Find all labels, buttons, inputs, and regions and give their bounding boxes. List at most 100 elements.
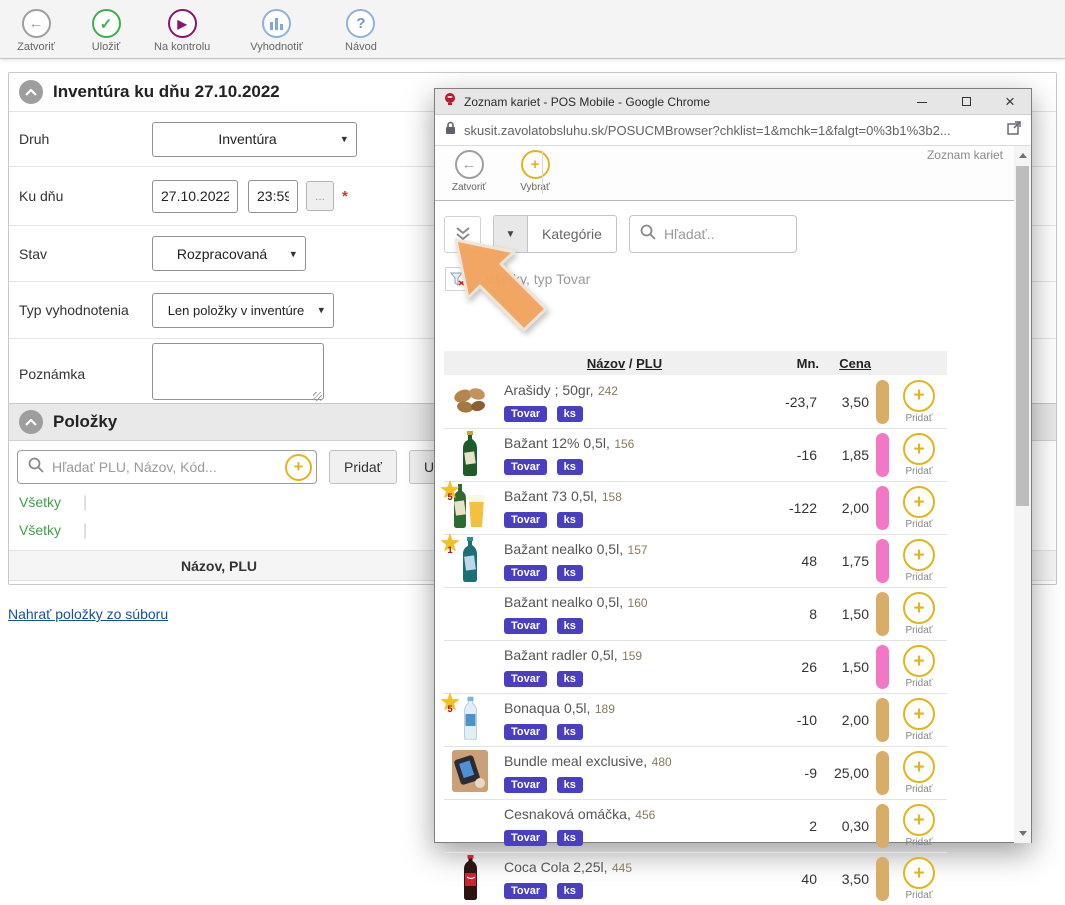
stav-label: Stav <box>19 246 152 262</box>
type-badge: Tovar <box>504 618 547 634</box>
popup-window: Zoznam kariet - POS Mobile - Google Chro… <box>434 88 1032 843</box>
product-row[interactable]: ★ Arašidy ; 50gr, 242 Tovar ks -23,7 3,5… <box>444 375 947 428</box>
items-search-input[interactable] <box>52 459 285 475</box>
time-field[interactable] <box>248 180 298 213</box>
add-product-button[interactable]: + Pridať <box>891 751 947 795</box>
sort-by-plu-link[interactable]: PLU <box>636 356 662 371</box>
popup-close-button[interactable]: ← Zatvoriť <box>447 150 491 193</box>
scroll-up-icon[interactable] <box>1014 148 1031 163</box>
product-image: ★ <box>444 642 496 692</box>
price-value: 3,50 <box>817 871 869 887</box>
search-icon <box>640 224 656 245</box>
stock-level-bar <box>876 645 889 689</box>
expand-double-chevron-icon[interactable] <box>444 216 481 253</box>
collapse-chevron-icon[interactable] <box>19 410 43 434</box>
add-product-label: Pridať <box>905 678 932 689</box>
upload-items-link[interactable]: Nahrať položky zo súboru <box>8 606 168 622</box>
product-row[interactable]: ★ Bundle meal exclusive, 480 Tovar ks -9… <box>444 746 947 799</box>
close-window-icon[interactable]: × <box>1003 93 1017 110</box>
type-badge: Tovar <box>504 724 547 740</box>
stock-level-bar <box>876 698 889 742</box>
popup-scrollbar[interactable] <box>1014 146 1031 843</box>
price-value: 1,50 <box>817 606 869 622</box>
collapse-chevron-icon[interactable] <box>19 80 43 104</box>
date-picker-button[interactable]: ... <box>306 181 334 211</box>
add-product-button[interactable]: + Pridať <box>891 592 947 636</box>
product-row[interactable]: ★ Bažant 12% 0,5l, 156 Tovar ks -16 1,85… <box>444 428 947 481</box>
quantity-value: -9 <box>763 765 817 781</box>
filter-summary-text: Všetky, typ Tovar <box>485 271 590 287</box>
popup-select-button[interactable]: + Vybrať <box>513 150 557 193</box>
stock-level-bar <box>876 751 889 795</box>
plus-icon: + <box>903 857 935 889</box>
required-asterisk: * <box>342 188 348 205</box>
product-table-header: Názov / PLU Mn. Cena <box>444 351 947 375</box>
clear-filter-icon[interactable] <box>445 267 471 291</box>
sort-by-price-link[interactable]: Cena <box>819 356 871 371</box>
add-product-button[interactable]: + Pridať <box>891 698 947 742</box>
product-row[interactable]: ★5 Bažant 73 0,5l, 158 Tovar ks -122 2,0… <box>444 481 947 534</box>
close-button[interactable]: ← Zatvoriť <box>14 9 58 53</box>
chevron-down-icon: ▾ <box>341 133 347 146</box>
quantity-value: 40 <box>763 871 817 887</box>
star-number: 5 <box>438 485 462 509</box>
add-product-button[interactable]: + Pridať <box>891 645 947 689</box>
favicon <box>443 92 457 111</box>
open-in-new-icon[interactable] <box>1007 121 1021 140</box>
save-button-label: Uložiť <box>92 41 121 53</box>
product-row[interactable]: ★ Bažant nealko 0,5l, 160 Tovar ks 8 1,5… <box>444 587 947 640</box>
minimize-icon[interactable] <box>915 94 929 109</box>
plus-icon: + <box>903 645 935 677</box>
stock-level-bar <box>876 539 889 583</box>
filter-summary-row: Všetky, typ Tovar <box>435 253 1031 291</box>
product-photo <box>451 749 489 798</box>
chevron-down-icon: ▾ <box>290 247 296 260</box>
stav-select[interactable]: Rozpracovaná ▾ <box>152 236 306 271</box>
add-product-button[interactable]: + Pridať <box>891 380 947 424</box>
product-photo <box>451 382 489 421</box>
druh-select[interactable]: Inventúra ▾ <box>152 122 357 157</box>
unit-badge: ks <box>557 565 583 581</box>
all-filter-link[interactable]: Všetky <box>19 522 61 538</box>
stock-level-bar <box>876 433 889 477</box>
evaluate-button[interactable]: Vyhodnotiť <box>250 9 303 53</box>
add-product-button[interactable]: + Pridať <box>891 433 947 477</box>
main-toolbar: ← Zatvoriť ✓ Uložiť ▶ Na kontrolu Vyhodn… <box>0 0 1065 59</box>
product-plu: 445 <box>612 861 632 875</box>
price-value: 3,50 <box>817 394 869 410</box>
date-field[interactable] <box>152 180 238 213</box>
poznamka-textarea[interactable] <box>152 343 324 400</box>
save-button[interactable]: ✓ Uložiť <box>84 9 128 53</box>
product-row[interactable]: ★ Bažant radler 0,5l, 159 Tovar ks 26 1,… <box>444 640 947 693</box>
add-product-button[interactable]: + Pridať <box>891 486 947 530</box>
categories-dropdown[interactable]: ▼ Kategórie <box>493 215 617 253</box>
type-badge: Tovar <box>504 671 547 687</box>
product-image: ★ <box>444 430 496 480</box>
popup-search-input[interactable] <box>664 226 764 242</box>
typ-select[interactable]: Len položky v inventúre ▾ <box>152 293 334 328</box>
popup-titlebar[interactable]: Zoznam kariet - POS Mobile - Google Chro… <box>435 89 1031 115</box>
all-filter-link[interactable]: Všetky <box>19 494 61 510</box>
to-control-button[interactable]: ▶ Na kontrolu <box>154 9 210 53</box>
product-row[interactable]: ★ Coca Cola 2,25l, 445 Tovar ks 40 3,50 … <box>444 852 947 905</box>
sort-by-name-link[interactable]: Názov <box>587 356 625 371</box>
product-row[interactable]: ★5 Bonaqua 0,5l, 189 Tovar ks -10 2,00 +… <box>444 693 947 746</box>
scroll-down-icon[interactable] <box>1014 826 1031 841</box>
product-row[interactable]: ★ Cesnaková omáčka, 456 Tovar ks 2 0,30 … <box>444 799 947 852</box>
help-button[interactable]: ? Návod <box>339 9 383 53</box>
resize-handle[interactable] <box>313 392 322 401</box>
unit-badge: ks <box>557 671 583 687</box>
price-value: 25,00 <box>817 765 869 781</box>
add-item-button[interactable]: Pridať <box>329 450 397 484</box>
add-product-button[interactable]: + Pridať <box>891 539 947 583</box>
add-product-label: Pridať <box>905 890 932 901</box>
product-info: Bažant nealko 0,5l, 157 Tovar ks <box>496 535 763 587</box>
url-text[interactable]: skusit.zavolatobsluhu.sk/POSUCMBrowser?c… <box>464 123 999 138</box>
scrollbar-thumb[interactable] <box>1016 166 1029 506</box>
popup-filter-bar: ▼ Kategórie <box>435 201 1031 253</box>
add-item-icon[interactable]: + <box>285 454 312 481</box>
product-row[interactable]: ★1 Bažant nealko 0,5l, 157 Tovar ks 48 1… <box>444 534 947 587</box>
add-product-button[interactable]: + Pridať <box>891 804 947 848</box>
product-plu: 480 <box>652 755 672 769</box>
maximize-icon[interactable] <box>959 94 973 109</box>
